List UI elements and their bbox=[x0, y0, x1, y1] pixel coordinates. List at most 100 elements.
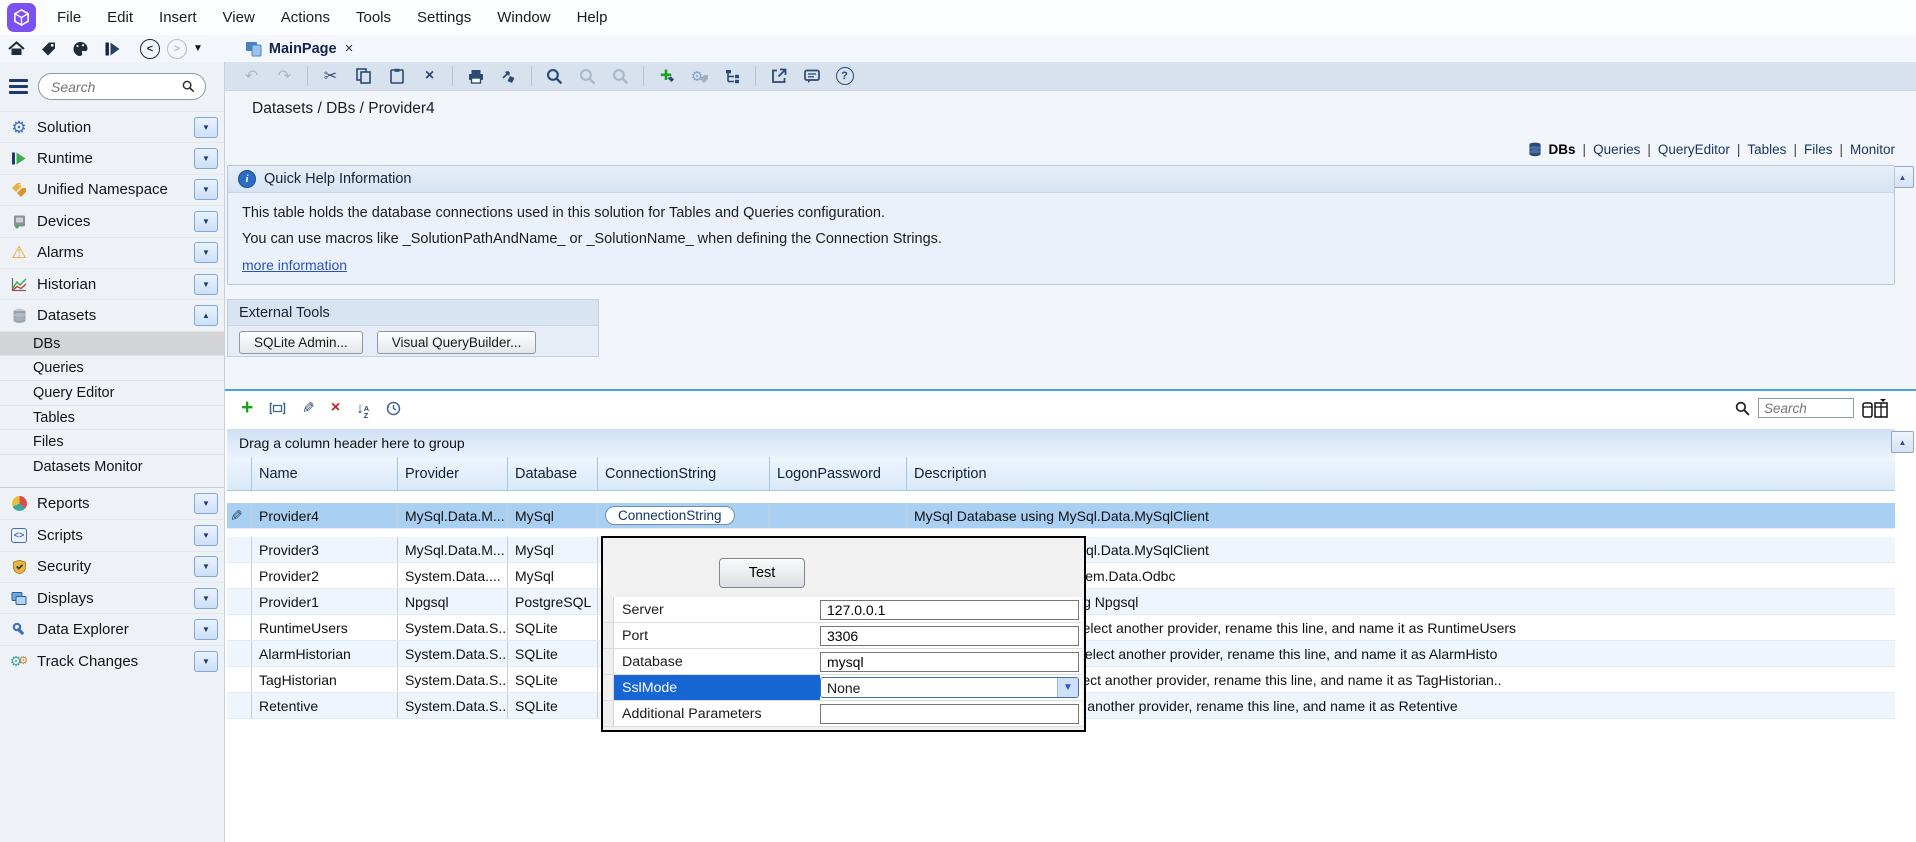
database-input[interactable] bbox=[820, 652, 1079, 672]
cell-name[interactable]: Provider4 bbox=[252, 503, 398, 528]
cell-provider[interactable]: System.Data.S... bbox=[398, 667, 508, 692]
menu-tools[interactable]: Tools bbox=[343, 9, 404, 26]
link-tables[interactable]: Tables bbox=[1747, 142, 1786, 157]
sidebar-search[interactable] bbox=[38, 73, 206, 100]
column-header-logonpassword[interactable]: LogonPassword bbox=[770, 457, 907, 490]
menu-view[interactable]: View bbox=[210, 9, 268, 26]
sslmode-select[interactable]: None ▼ bbox=[820, 677, 1079, 698]
sidebar-search-input[interactable] bbox=[49, 78, 182, 96]
additional-parameters-input[interactable] bbox=[820, 704, 1079, 724]
help-icon[interactable]: ? bbox=[835, 67, 854, 86]
sidebar-item-dbs[interactable]: DBs bbox=[0, 331, 224, 356]
sidebar-item-queries[interactable]: Queries bbox=[0, 355, 224, 380]
undo-icon[interactable]: ↶ bbox=[242, 67, 261, 86]
menu-window[interactable]: Window bbox=[484, 9, 563, 26]
cell-provider[interactable]: System.Data.... bbox=[398, 563, 508, 588]
column-header-name[interactable]: Name bbox=[252, 457, 398, 490]
rename-icon[interactable] bbox=[269, 402, 286, 415]
print-icon[interactable] bbox=[466, 67, 485, 86]
cell-provider[interactable]: System.Data.S... bbox=[398, 615, 508, 640]
back-icon[interactable]: < bbox=[140, 39, 160, 59]
collapse-datasets-icon[interactable]: ▲ bbox=[194, 305, 218, 326]
hamburger-menu-icon[interactable] bbox=[9, 79, 28, 94]
sort-icon[interactable]: ↓​AZ bbox=[356, 398, 369, 419]
link-files[interactable]: Files bbox=[1804, 142, 1833, 157]
cell-name[interactable]: TagHistorian bbox=[252, 667, 398, 692]
expand-historian-icon[interactable]: ▼ bbox=[194, 274, 218, 295]
sidebar-item-unified-namespace[interactable]: Unified Namespace ▼ bbox=[0, 174, 224, 205]
column-header-provider[interactable]: Provider bbox=[398, 457, 508, 490]
run-icon[interactable] bbox=[102, 39, 122, 59]
cell-database[interactable]: PostgreSQL bbox=[508, 589, 598, 614]
menu-actions[interactable]: Actions bbox=[268, 9, 343, 26]
search-previous-icon[interactable] bbox=[611, 67, 630, 86]
column-header-database[interactable]: Database bbox=[508, 457, 598, 490]
cell-provider[interactable]: System.Data.S... bbox=[398, 641, 508, 666]
sidebar-item-track-changes[interactable]: ⚙⚙ Track Changes ▼ bbox=[0, 645, 224, 676]
link-queries[interactable]: Queries bbox=[1593, 142, 1640, 157]
sidebar-item-tables[interactable]: Tables bbox=[0, 405, 224, 430]
tag-icon[interactable] bbox=[38, 39, 58, 59]
tab-mainpage[interactable]: MainPage × bbox=[239, 35, 359, 62]
cell-database[interactable]: MySql bbox=[508, 503, 598, 528]
tree-view-icon[interactable] bbox=[723, 67, 742, 86]
expand-solution-icon[interactable]: ▼ bbox=[194, 117, 218, 138]
sidebar-item-query-editor[interactable]: Query Editor bbox=[0, 380, 224, 405]
paste-icon[interactable] bbox=[387, 67, 406, 86]
more-information-link[interactable]: more information bbox=[242, 257, 347, 273]
cell-name[interactable]: RuntimeUsers bbox=[252, 615, 398, 640]
add-row-icon[interactable]: + bbox=[241, 396, 253, 420]
expand-security-icon[interactable]: ▼ bbox=[194, 556, 218, 577]
cell-name[interactable]: Retentive bbox=[252, 693, 398, 718]
cell-name[interactable]: AlarmHistorian bbox=[252, 641, 398, 666]
history-icon[interactable] bbox=[385, 400, 401, 416]
search-toolbar-icon[interactable] bbox=[545, 67, 564, 86]
home-icon[interactable] bbox=[6, 39, 26, 59]
cell-provider[interactable]: MySql.Data.M... bbox=[398, 537, 508, 562]
cell-database[interactable]: SQLite bbox=[508, 693, 598, 718]
chevron-down-icon[interactable]: ▼ bbox=[1057, 678, 1078, 697]
sidebar-item-historian[interactable]: Historian ▼ bbox=[0, 268, 224, 299]
sidebar-item-scripts[interactable]: <> Scripts ▼ bbox=[0, 519, 224, 550]
visual-querybuilder-button[interactable]: Visual QueryBuilder... bbox=[377, 331, 537, 354]
forward-icon[interactable]: > bbox=[167, 39, 187, 59]
menu-settings[interactable]: Settings bbox=[404, 9, 484, 26]
sidebar-item-data-explorer[interactable]: Data Explorer ▼ bbox=[0, 613, 224, 644]
connectionstring-button[interactable]: ConnectionString bbox=[605, 506, 735, 525]
sidebar-item-datasets[interactable]: Datasets ▲ bbox=[0, 299, 224, 330]
cell-database[interactable]: SQLite bbox=[508, 667, 598, 692]
sidebar-item-solution[interactable]: ⚙ Solution ▼ bbox=[0, 111, 224, 142]
cell-provider[interactable]: MySql.Data.M... bbox=[398, 503, 508, 528]
edit-icon[interactable]: ✎ bbox=[302, 399, 315, 417]
sidebar-item-runtime[interactable]: Runtime ▼ bbox=[0, 142, 224, 173]
cell-provider[interactable]: Npgsql bbox=[398, 589, 508, 614]
expand-track-changes-icon[interactable]: ▼ bbox=[194, 651, 218, 672]
expand-alarms-icon[interactable]: ▼ bbox=[194, 242, 218, 263]
cell-description[interactable]: MySql Database using MySql.Data.MySqlCli… bbox=[907, 503, 1895, 528]
expand-runtime-icon[interactable]: ▼ bbox=[194, 148, 218, 169]
cell-name[interactable]: Provider1 bbox=[252, 589, 398, 614]
cell-name[interactable]: Provider3 bbox=[252, 537, 398, 562]
grid-search-input[interactable] bbox=[1758, 398, 1854, 418]
expand-reports-icon[interactable]: ▼ bbox=[194, 493, 218, 514]
menu-edit[interactable]: Edit bbox=[94, 9, 146, 26]
cell-provider[interactable]: System.Data.S... bbox=[398, 693, 508, 718]
expand-devices-icon[interactable]: ▼ bbox=[194, 211, 218, 232]
group-by-band[interactable]: Drag a column header here to group bbox=[227, 429, 1895, 457]
cell-database[interactable]: MySql bbox=[508, 563, 598, 588]
history-dropdown-icon[interactable]: ▼ bbox=[193, 43, 203, 54]
table-row-provider4[interactable]: ✎ Provider4 MySql.Data.M... MySql Connec… bbox=[227, 503, 1895, 529]
column-header-connectionstring[interactable]: ConnectionString bbox=[598, 457, 770, 490]
sidebar-item-devices[interactable]: Devices ▼ bbox=[0, 205, 224, 236]
sidebar-item-displays[interactable]: Displays ▼ bbox=[0, 582, 224, 613]
copy-icon[interactable] bbox=[354, 67, 373, 86]
cell-logonpassword[interactable] bbox=[770, 503, 907, 528]
test-button[interactable]: Test bbox=[719, 558, 805, 588]
expand-scripts-icon[interactable]: ▼ bbox=[194, 525, 218, 546]
tag-settings-icon[interactable]: ⚙ bbox=[690, 67, 709, 86]
cut-icon[interactable]: ✂ bbox=[321, 67, 340, 86]
redo-icon[interactable]: ↷ bbox=[275, 67, 294, 86]
cell-database[interactable]: SQLite bbox=[508, 615, 598, 640]
delete-row-icon[interactable]: × bbox=[331, 399, 340, 417]
search-next-icon[interactable] bbox=[578, 67, 597, 86]
